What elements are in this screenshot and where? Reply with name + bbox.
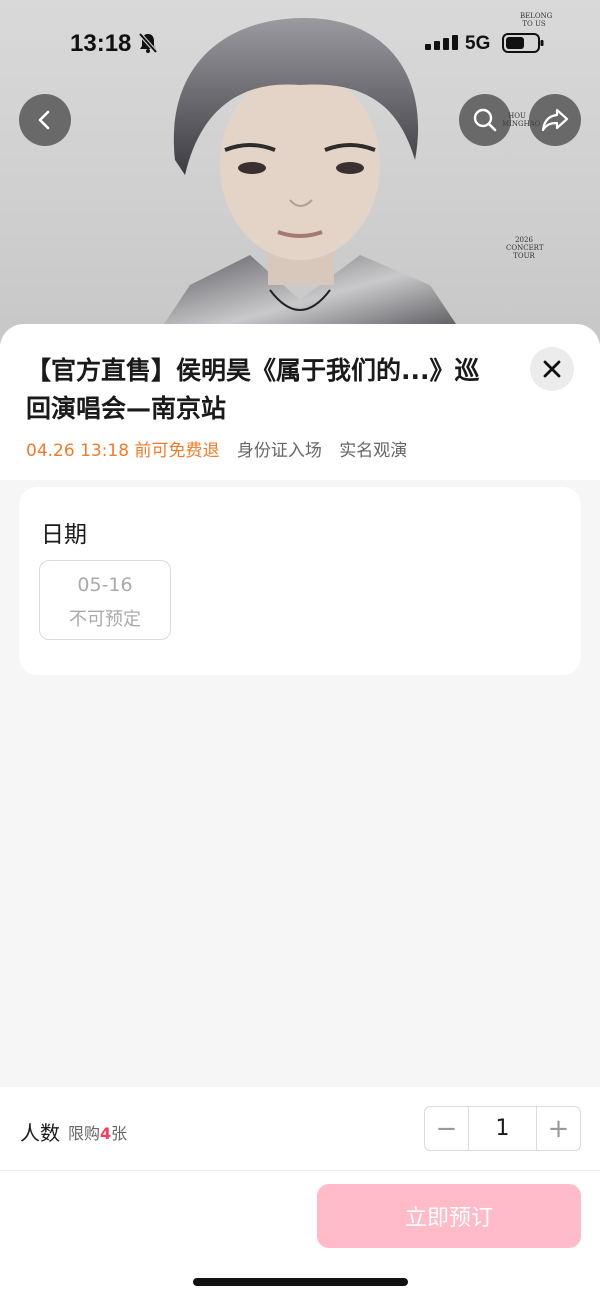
signal-icon [425, 35, 458, 50]
search-button[interactable] [459, 94, 511, 146]
network-type: 5G [465, 33, 491, 54]
date-option-date: 05-16 [77, 574, 133, 596]
quantity-label: 人数 [20, 1121, 60, 1145]
chevron-left-icon [38, 110, 50, 130]
share-icon [541, 108, 569, 132]
refund-tag: 04.26 13:18 前可免费退 [26, 441, 220, 461]
hero-banner: BELONG TO US HOU MINGHAO 2026 CONCERT TO… [0, 0, 600, 345]
event-title: 【官方直售】侯明昊《属于我们的...》巡回演唱会—南京站 [26, 356, 480, 423]
date-option-status: 不可预定 [69, 609, 141, 630]
back-button[interactable] [19, 94, 71, 146]
close-icon [543, 360, 561, 378]
action-bar: 立即预订 [0, 1171, 600, 1299]
event-tags: 04.26 13:18 前可免费退 身份证入场 实名观演 [26, 436, 407, 461]
share-button[interactable] [529, 94, 581, 146]
increase-button[interactable]: + [537, 1107, 580, 1150]
limit-suffix: 张 [111, 1124, 128, 1143]
poster-text-tour: 2026 CONCERT TOUR [506, 236, 544, 260]
close-button[interactable] [530, 347, 574, 391]
battery-icon [502, 33, 544, 53]
status-time: 13:18 [70, 30, 132, 57]
id-entry-tag: 身份证入场 [236, 441, 322, 461]
search-icon [473, 108, 497, 132]
bell-muted-icon [138, 32, 158, 54]
quantity-stepper: − 1 + [424, 1106, 581, 1151]
quantity-row: 人数 限购4张 − 1 + [0, 1087, 600, 1171]
status-bar: 13:18 5G [0, 0, 600, 88]
limit-prefix: 限购 [68, 1124, 101, 1143]
home-indicator [193, 1278, 408, 1286]
quantity-value[interactable]: 1 [468, 1107, 537, 1150]
date-section-label: 日期 [41, 522, 87, 548]
sheet-header: 【官方直售】侯明昊《属于我们的...》巡回演唱会—南京站 04.26 13:18… [0, 324, 600, 480]
date-card: 日期 05-16 不可预定 [19, 487, 581, 675]
purchase-limit: 限购4张 [68, 1120, 127, 1144]
decrease-button[interactable]: − [425, 1107, 468, 1150]
book-now-button[interactable]: 立即预订 [317, 1184, 581, 1248]
date-option[interactable]: 05-16 不可预定 [39, 560, 171, 640]
real-name-tag: 实名观演 [339, 441, 408, 461]
limit-count: 4 [100, 1124, 112, 1143]
